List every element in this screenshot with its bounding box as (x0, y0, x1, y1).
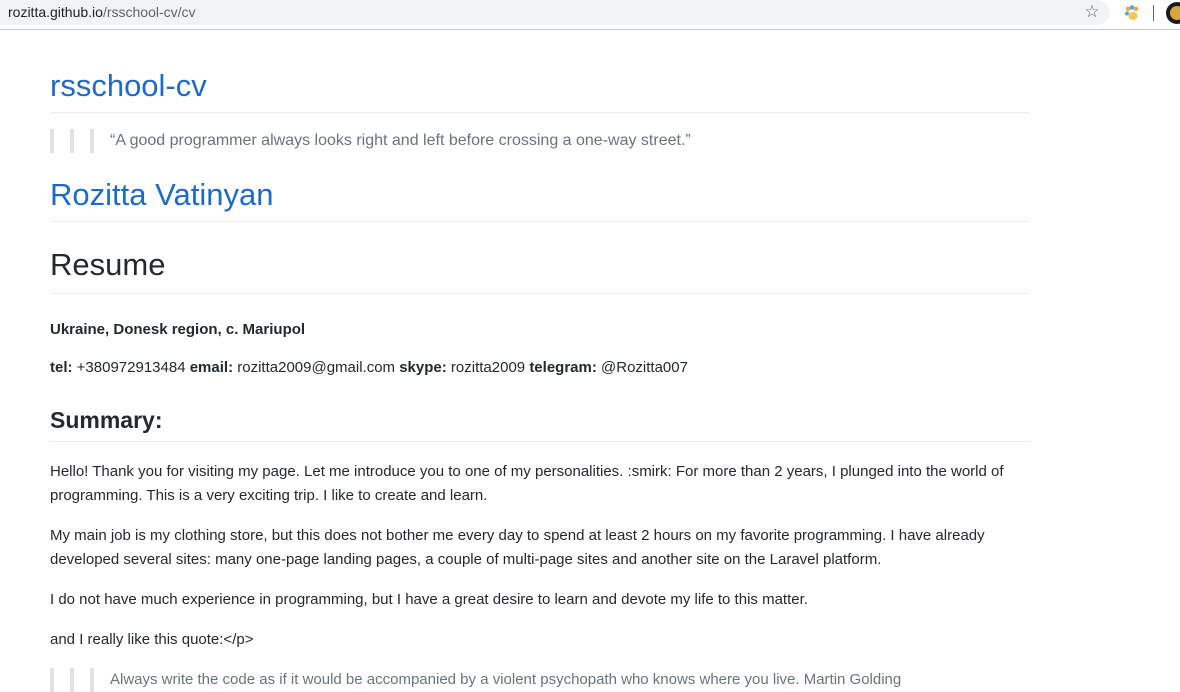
quote-bars (50, 129, 94, 153)
profile-avatar[interactable] (1166, 2, 1180, 24)
skype-value: rozitta2009 (450, 359, 526, 376)
summary-paragraph-3: I do not have much experience in program… (50, 591, 808, 608)
top-quote: “A good programmer always looks right an… (50, 129, 1030, 153)
toolbar-divider (1153, 5, 1154, 21)
email-label: email: (189, 359, 234, 376)
resume-heading: Resume (50, 247, 1030, 294)
name-heading: Rozitta Vatinyan (50, 177, 1030, 222)
contacts-line: tel: +380972913484 email: rozitta2009@gm… (50, 358, 1030, 378)
page-content: rsschool-cv “A good programmer always lo… (50, 30, 1030, 692)
paw-extension-icon[interactable] (1123, 4, 1141, 22)
telegram-value: @Rozitta007 (601, 359, 688, 376)
tel-label: tel: (50, 359, 73, 376)
summary-paragraph-1: Hello! Thank you for visiting my page. L… (50, 463, 1004, 504)
address-bar[interactable]: rozitta.github.io/rsschool-cv/cv ☆ (0, 0, 1110, 25)
star-icon[interactable]: ☆ (1082, 2, 1102, 22)
bottom-quote: Always write the code as if it would be … (50, 668, 1030, 692)
url-path: /rsschool-cv/cv (102, 4, 196, 20)
summary-paragraph-2: My main job is my clothing store, but th… (50, 527, 985, 568)
summary-heading: Summary: (50, 406, 1030, 442)
site-title-link[interactable]: rsschool-cv (50, 68, 207, 103)
email-value: rozitta2009@gmail.com (237, 359, 396, 376)
bottom-quote-text: Always write the code as if it would be … (110, 671, 902, 688)
quote-bars (50, 668, 94, 692)
location: Ukraine, Donesk region, c. Mariupol (50, 321, 306, 338)
url-text[interactable]: rozitta.github.io/rsschool-cv/cv (8, 4, 196, 21)
site-title: rsschool-cv (50, 68, 1030, 113)
telegram-label: telegram: (529, 359, 597, 376)
tel-value: +380972913484 (76, 359, 186, 376)
browser-toolbar: rozitta.github.io/rsschool-cv/cv ☆ (0, 0, 1180, 30)
top-quote-text: “A good programmer always looks right an… (110, 132, 691, 149)
skype-label: skype: (399, 359, 447, 376)
summary-paragraph-4: and I really like this quote:</p> (50, 631, 254, 648)
url-host: rozitta.github.io (8, 4, 103, 20)
